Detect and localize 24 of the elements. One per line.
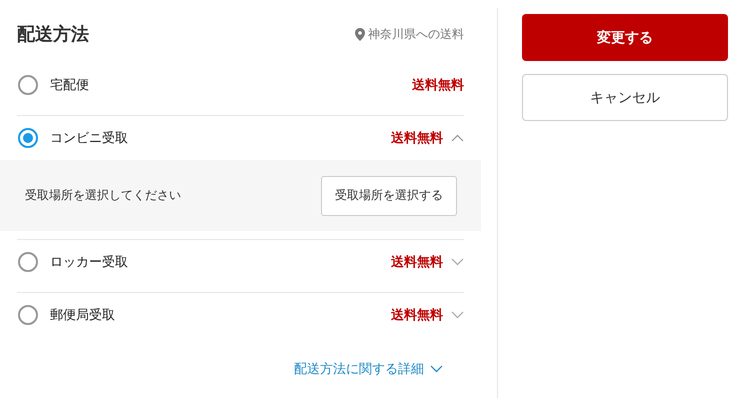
destination-text: 神奈川県への送料 [368,26,464,42]
detail-message: 受取場所を選択してください [25,187,181,204]
chevron-icon[interactable] [430,365,443,373]
cancel-button[interactable]: キャンセル [522,74,728,121]
radio-button[interactable] [18,305,38,325]
option-label: 宅配便 [50,77,90,94]
price-text: 送料無料 [391,130,443,147]
option-label: 郵便局受取 [50,307,116,324]
radio-button[interactable] [18,128,38,148]
option-label: ロッカー受取 [50,254,129,271]
details-link[interactable]: 配送方法に関する詳細 [294,360,443,378]
chevron-icon[interactable] [451,311,464,319]
location-pin-icon [355,28,365,40]
chevron-icon[interactable] [451,258,464,266]
radio-button[interactable] [18,75,38,95]
chevron-icon[interactable] [451,134,464,142]
select-location-button[interactable]: 受取場所を選択する [321,176,457,216]
change-button[interactable]: 変更する [522,14,728,61]
radio-button[interactable] [18,252,38,272]
option-label: コンビニ受取 [50,130,129,147]
section-title: 配送方法 [17,23,89,46]
price-text: 送料無料 [391,254,443,271]
price-text: 送料無料 [391,307,443,324]
price-text: 送料無料 [412,77,464,94]
